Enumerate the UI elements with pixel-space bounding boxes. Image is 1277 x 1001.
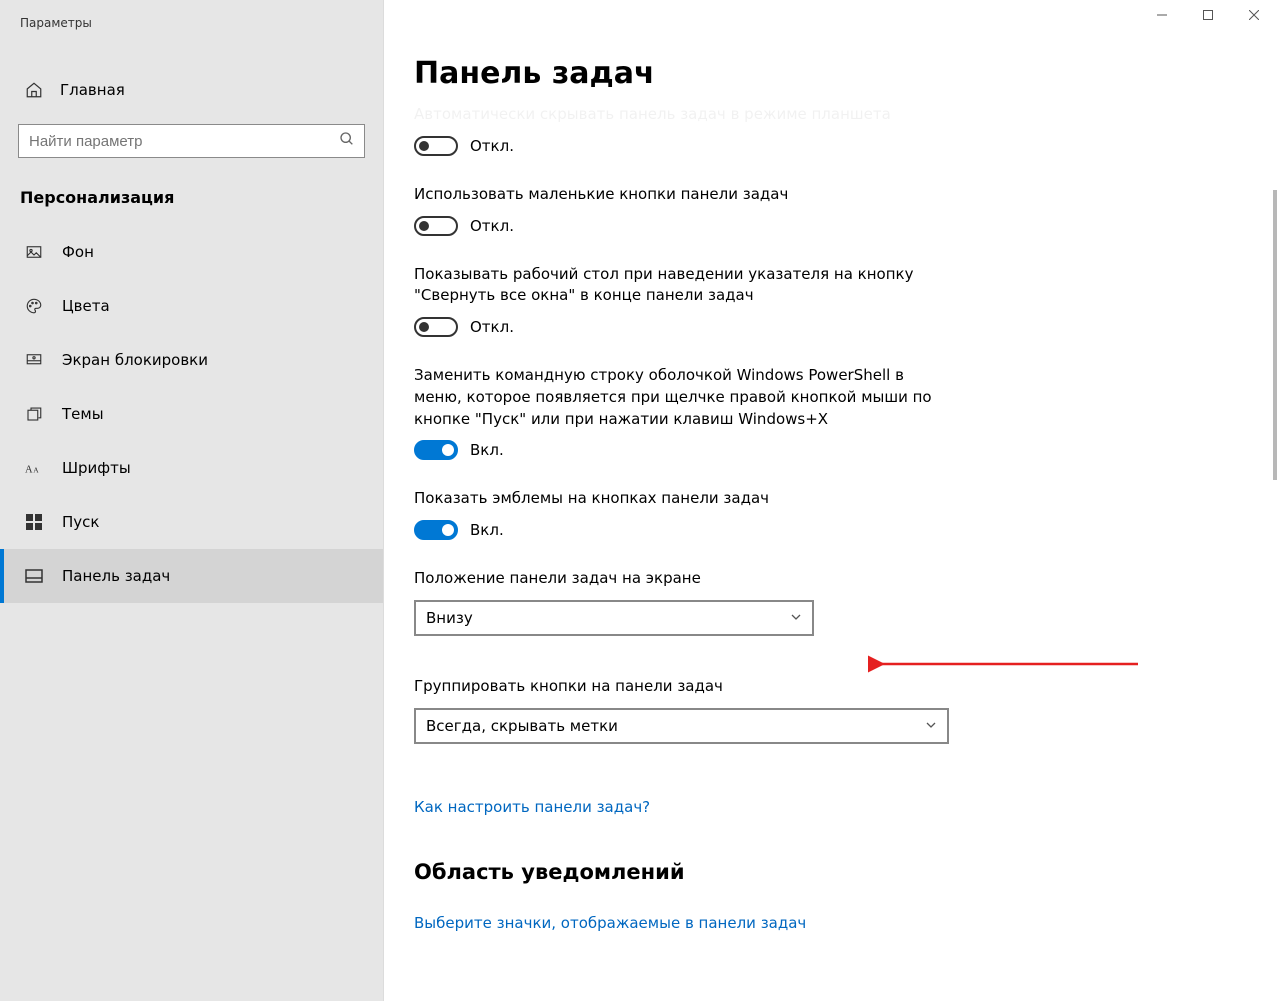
toggle-show-badges[interactable] xyxy=(414,520,458,540)
toggle-tablet-autohide[interactable] xyxy=(414,136,458,156)
setting-label: Показывать рабочий стол при наведении ук… xyxy=(414,264,954,308)
sidebar-item-label: Фон xyxy=(62,243,94,261)
settings-content: Автоматически скрывать панель задач в ре… xyxy=(414,108,1267,1001)
themes-icon xyxy=(24,404,44,424)
sidebar-item-colors[interactable]: Цвета xyxy=(0,279,383,333)
main-panel: Панель задач Автоматически скрывать пане… xyxy=(384,0,1277,1001)
search-icon xyxy=(339,131,355,151)
home-label: Главная xyxy=(60,81,125,99)
image-icon xyxy=(24,242,44,262)
home-nav[interactable]: Главная xyxy=(0,70,383,110)
sidebar-item-start[interactable]: Пуск xyxy=(0,495,383,549)
nav-list: Фон Цвета Экран блокировки Темы AA Шрифт… xyxy=(0,225,383,603)
chevron-down-icon xyxy=(925,717,937,735)
sidebar-item-taskbar[interactable]: Панель задач xyxy=(0,549,383,603)
fonts-icon: AA xyxy=(24,458,44,478)
setting-replace-cmd-powershell: Заменить командную строку оболочкой Wind… xyxy=(414,365,954,460)
maximize-button[interactable] xyxy=(1185,0,1231,30)
sidebar-item-themes[interactable]: Темы xyxy=(0,387,383,441)
palette-icon xyxy=(24,296,44,316)
toggle-state-text: Откл. xyxy=(470,217,514,235)
start-icon xyxy=(24,512,44,532)
toggle-state-text: Откл. xyxy=(470,137,514,155)
select-taskbar-position[interactable]: Внизу xyxy=(414,600,814,636)
close-button[interactable] xyxy=(1231,0,1277,30)
chevron-down-icon xyxy=(790,609,802,627)
toggle-state-text: Вкл. xyxy=(470,521,504,539)
setting-label: Заменить командную строку оболочкой Wind… xyxy=(414,365,954,430)
window-controls xyxy=(1139,0,1277,30)
setting-taskbar-position: Положение панели задач на экране Внизу xyxy=(414,568,954,636)
search-wrap xyxy=(18,124,365,158)
sidebar-item-background[interactable]: Фон xyxy=(0,225,383,279)
select-value: Внизу xyxy=(426,609,473,627)
toggle-state-text: Откл. xyxy=(470,318,514,336)
minimize-button[interactable] xyxy=(1139,0,1185,30)
search-input[interactable] xyxy=(18,124,365,158)
lock-screen-icon xyxy=(24,350,44,370)
setting-label: Группировать кнопки на панели задач xyxy=(414,676,954,698)
sidebar-item-lockscreen[interactable]: Экран блокировки xyxy=(0,333,383,387)
taskbar-icon xyxy=(24,566,44,586)
toggle-small-buttons[interactable] xyxy=(414,216,458,236)
toggle-replace-cmd-powershell[interactable] xyxy=(414,440,458,460)
select-combine-buttons[interactable]: Всегда, скрывать метки xyxy=(414,708,949,744)
setting-tablet-autohide: Откл. xyxy=(414,136,954,156)
sidebar-item-label: Цвета xyxy=(62,297,110,315)
link-taskbar-howto[interactable]: Как настроить панели задач? xyxy=(414,798,650,816)
sidebar-item-label: Шрифты xyxy=(62,459,131,477)
link-select-notification-icons[interactable]: Выберите значки, отображаемые в панели з… xyxy=(414,914,806,932)
setting-peek-desktop: Показывать рабочий стол при наведении ук… xyxy=(414,264,954,338)
sidebar-item-label: Панель задач xyxy=(62,567,170,585)
setting-small-buttons: Использовать маленькие кнопки панели зад… xyxy=(414,184,954,236)
setting-label: Показать эмблемы на кнопках панели задач xyxy=(414,488,954,510)
sidebar-item-label: Экран блокировки xyxy=(62,351,208,369)
sidebar: Параметры Главная Персонализация Фон Цве… xyxy=(0,0,384,1001)
sidebar-item-label: Пуск xyxy=(62,513,99,531)
setting-show-badges: Показать эмблемы на кнопках панели задач… xyxy=(414,488,954,540)
setting-label: Положение панели задач на экране xyxy=(414,568,954,590)
svg-text:A: A xyxy=(33,466,39,475)
sidebar-item-label: Темы xyxy=(62,405,104,423)
home-icon xyxy=(24,80,44,100)
scrollbar-thumb[interactable] xyxy=(1273,190,1277,480)
section-header-notification-area: Область уведомлений xyxy=(414,860,1267,884)
setting-label: Использовать маленькие кнопки панели зад… xyxy=(414,184,954,206)
toggle-peek-desktop[interactable] xyxy=(414,317,458,337)
setting-label-cutoff: Автоматически скрывать панель задач в ре… xyxy=(414,108,1267,126)
sidebar-item-fonts[interactable]: AA Шрифты xyxy=(0,441,383,495)
svg-text:A: A xyxy=(25,465,33,476)
app-title: Параметры xyxy=(0,0,383,40)
setting-combine-buttons: Группировать кнопки на панели задач Всег… xyxy=(414,676,954,744)
select-value: Всегда, скрывать метки xyxy=(426,717,618,735)
toggle-state-text: Вкл. xyxy=(470,441,504,459)
sidebar-group-header: Персонализация xyxy=(0,178,383,225)
